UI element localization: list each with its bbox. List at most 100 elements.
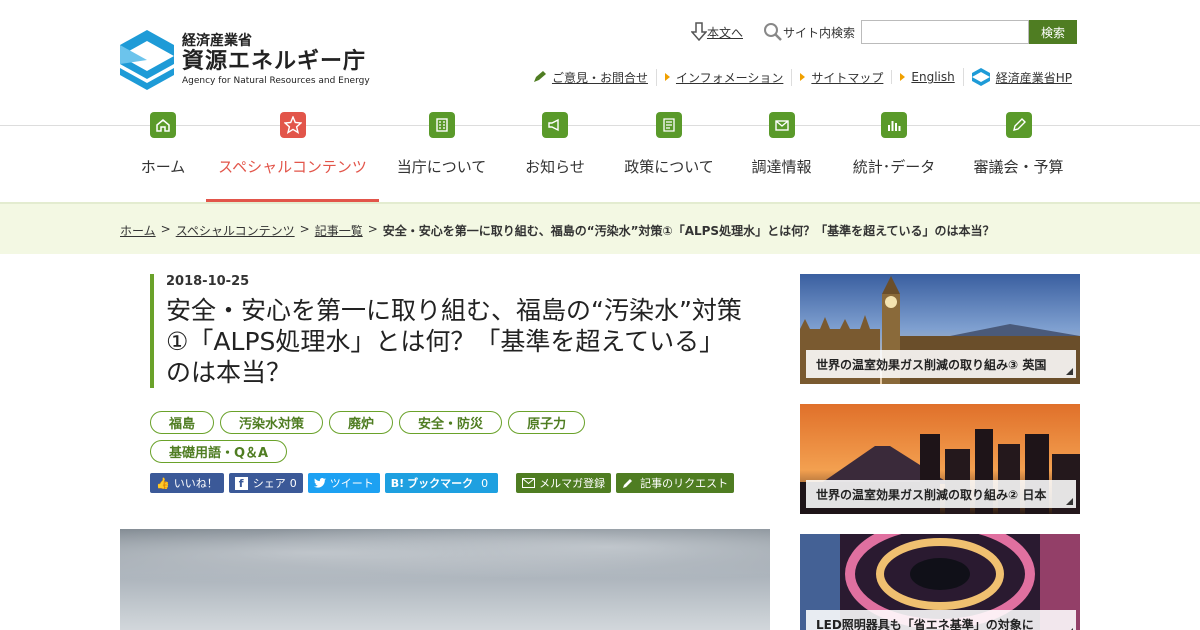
mailmag-label: メルマガ登録 [539,477,606,490]
breadcrumb: ホーム > スペシャルコンテンツ > 記事一覧 > 安全・安心を第一に取り組む、… [120,222,994,239]
pencil-icon [533,71,546,82]
nav-item-policy[interactable]: 政策について [606,112,732,202]
nav-label-council-budget: 審議会・予算 [973,158,1064,176]
down-arrow-icon [690,22,707,42]
sitemap-link-text[interactable]: サイトマップ [811,69,883,86]
nav-item-council-budget[interactable]: 審議会・予算 [957,112,1080,202]
tag-decommissioning[interactable]: 廃炉 [329,411,394,434]
contact-link-text[interactable]: ご意見・お問合せ [552,69,648,86]
agency-logo-icon [120,30,174,90]
breadcrumb-band: ホーム > スペシャルコンテンツ > 記事一覧 > 安全・安心を第一に取り組む、… [0,202,1200,254]
sidebar-card-caption: 世界の温室効果ガス削減の取り組み② 日本 [806,480,1076,508]
thumbs-up-icon: 👍 [156,476,170,490]
page: 経済産業省 資源エネルギー庁 Agency for Natural Resour… [0,0,1200,630]
nav-item-news[interactable]: お知らせ [504,112,606,202]
bookmark-label: ブックマーク [407,477,474,490]
sitemap-link[interactable]: サイトマップ [791,68,891,86]
logo-ministry: 経済産業省 [182,33,252,49]
logo-agency-en: Agency for Natural Resources and Energy [182,76,370,86]
search-input[interactable] [861,20,1029,44]
nav-item-about[interactable]: 当庁について [379,112,504,202]
tag-fukushima[interactable]: 福島 [150,411,215,434]
information-link-text[interactable]: インフォメーション [676,69,783,86]
skip-link[interactable]: 本文へ [690,22,743,42]
twitter-icon [313,478,326,488]
search-icon [763,23,782,41]
global-nav: ホーム スペシャルコンテンツ 当庁について お知らせ 政策について 調達情報 統… [120,112,1080,202]
nav-label-news: お知らせ [525,158,585,176]
megaphone-icon [542,112,568,138]
search-button[interactable]: 検索 [1029,20,1077,44]
nav-item-home[interactable]: ホーム [120,112,206,202]
tag-basic-terms-qa[interactable]: 基礎用語・Q＆A [150,440,288,463]
information-link[interactable]: インフォメーション [655,68,791,86]
nav-item-statistics[interactable]: 統計･データ [831,112,957,202]
breadcrumb-article-list[interactable]: 記事一覧 [315,222,363,239]
breadcrumb-special-contents[interactable]: スペシャルコンテンツ [176,222,295,239]
sidebar-card-japan[interactable]: 世界の温室効果ガス削減の取り組み② 日本 [800,404,1080,514]
breadcrumb-current: 安全・安心を第一に取り組む、福島の“汚染水”対策①「ALPS処理水」とは何？「基… [382,224,995,238]
search-label-text: サイト内検索 [782,25,855,40]
sidebar-card-led[interactable]: LED照明器具も「省エネ基準」の対象に [800,534,1080,630]
home-icon [150,112,176,138]
hatena-bookmark-button[interactable]: B! ブックマーク 0 [384,473,499,493]
arrow-icon [900,73,906,81]
sidebar-card-uk[interactable]: 世界の温室効果ガス削減の取り組み③ 英国 [800,274,1080,384]
tag-nuclear[interactable]: 原子力 [508,411,586,434]
mail-icon [522,478,536,488]
article-request-button[interactable]: 記事のリクエスト [616,473,735,493]
article-request-label: 記事のリクエスト [640,477,729,490]
arrow-icon [800,73,806,81]
article-date: 2018-10-25 [166,274,250,289]
nav-label-about: 当庁について [396,158,487,176]
nav-item-special-contents[interactable]: スペシャルコンテンツ [206,112,379,202]
building-icon [428,112,455,138]
sidebar-card-caption: LED照明器具も「省エネ基準」の対象に [806,610,1076,630]
sidebar-card-caption: 世界の温室効果ガス削減の取り組み③ 英国 [806,350,1076,378]
contact-link[interactable]: ご意見・お問合せ [524,69,656,86]
pencil-icon [1005,112,1032,138]
arrow-icon [664,73,670,81]
meti-link-text[interactable]: 経済産業省HP [996,69,1072,86]
article-hero-image [120,529,770,630]
article-title: 安全・安心を第一に取り組む、福島の“汚染水”対策①「ALPS処理水」とは何？「基… [166,296,742,387]
sub-links: ご意見・お問合せ インフォメーション サイトマップ English 経済産業省H… [524,68,1080,86]
top-utility: 本文へ サイト内検索 検索 [690,20,1077,44]
english-link-text[interactable]: English [911,70,954,84]
breadcrumb-separator: > [160,222,171,236]
logo-agency: 資源エネルギー庁 [182,49,367,74]
meti-link[interactable]: 経済産業省HP [962,68,1080,86]
agency-logo[interactable]: 経済産業省 資源エネルギー庁 Agency for Natural Resour… [120,30,370,90]
mail-icon [768,112,795,138]
document-icon [656,112,682,138]
tag-safety-disaster[interactable]: 安全・防災 [399,411,503,434]
nav-label-statistics: 統計･データ [852,158,936,176]
share-count: 0 [289,476,297,490]
nav-label-procurement: 調達情報 [751,158,812,176]
share-label: シェア [252,477,286,490]
nav-label-policy: 政策について [624,158,714,176]
star-icon [279,112,306,138]
chart-icon [881,112,907,138]
facebook-share-button[interactable]: f シェア 0 [228,473,303,493]
bookmark-count: 0 [481,476,489,490]
meti-logo-icon [971,68,990,86]
breadcrumb-separator: > [299,222,310,236]
article-heading: 2018-10-25 安全・安心を第一に取り組む、福島の“汚染水”対策①「ALP… [150,274,760,388]
search-label: サイト内検索 [763,22,855,42]
tweet-button[interactable]: ツイート [307,473,380,493]
facebook-icon: f [234,476,248,490]
tweet-label: ツイート [329,477,374,490]
mailmag-button[interactable]: メルマガ登録 [516,473,612,493]
breadcrumb-home[interactable]: ホーム [120,222,156,239]
tag-contaminated-water[interactable]: 汚染水対策 [220,411,324,434]
article-tags: 福島 汚染水対策 廃炉 安全・防災 原子力 基礎用語・Q＆A [150,411,710,469]
breadcrumb-separator: > [367,222,378,236]
nav-label-special-contents: スペシャルコンテンツ [218,158,367,176]
english-link[interactable]: English [891,70,962,84]
pencil-icon [623,479,633,488]
nav-item-procurement[interactable]: 調達情報 [732,112,831,202]
share-bar: 👍 いいね！ f シェア 0 ツイート B! ブックマーク 0 メルマガ登録 記… [150,473,739,493]
like-button[interactable]: 👍 いいね！ [150,473,224,493]
skip-link-text[interactable]: 本文へ [707,24,743,41]
